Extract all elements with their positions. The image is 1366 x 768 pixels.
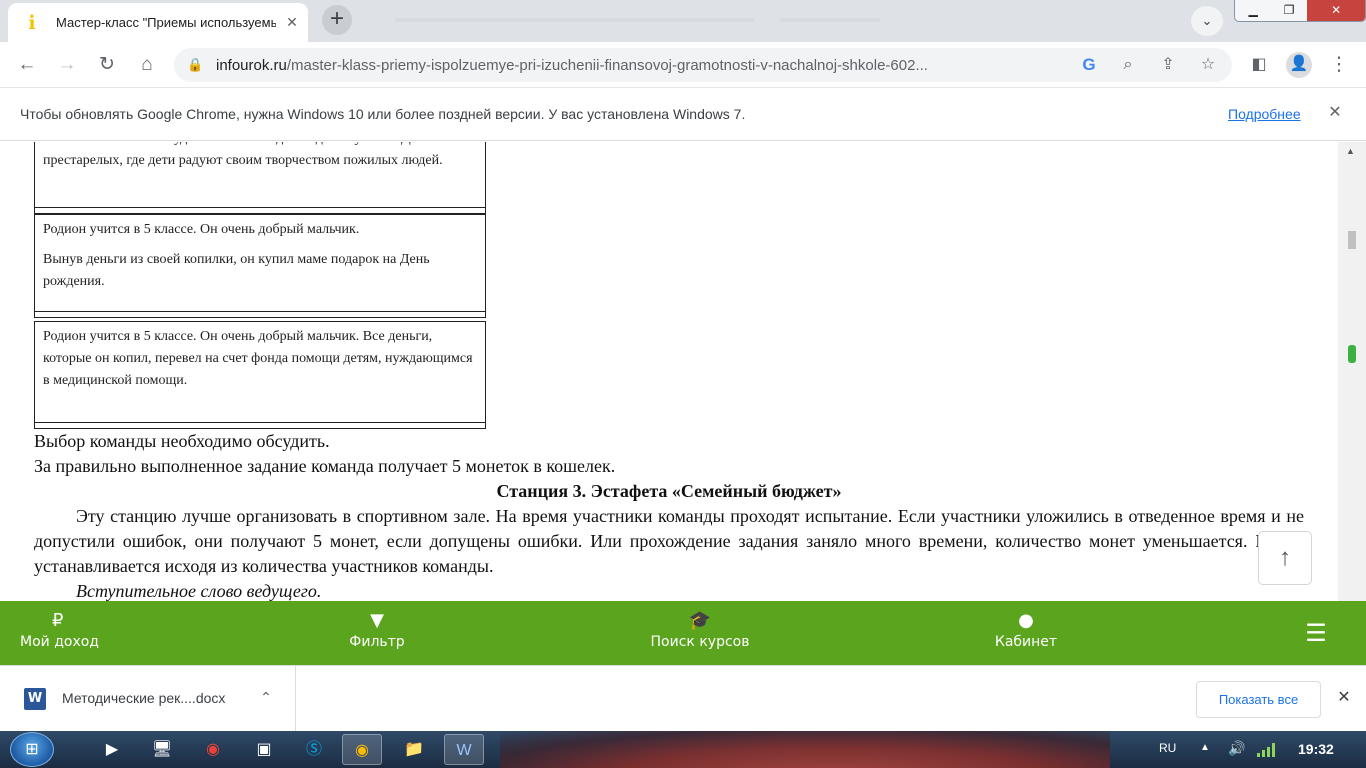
nav-label: Фильтр bbox=[349, 634, 405, 650]
host-intro-heading: Вступительное слово ведущего. bbox=[76, 581, 322, 601]
tab-close-icon[interactable]: ✕ bbox=[282, 12, 302, 32]
chevron-up-icon[interactable]: ⌃ bbox=[256, 687, 276, 707]
download-shelf-close-icon[interactable]: ✕ bbox=[1334, 688, 1354, 708]
network-signal-icon[interactable] bbox=[1257, 741, 1279, 757]
site-bottom-nav: ₽ Мой доход ▼ Фильтр 🎓 Поиск курсов ● Ка… bbox=[0, 601, 1366, 665]
language-indicator[interactable]: RU bbox=[1159, 741, 1176, 755]
infobar-learn-more-link[interactable]: Подробнее bbox=[1228, 106, 1301, 122]
google-translate-icon[interactable]: G bbox=[1078, 54, 1100, 76]
url-text[interactable]: infourok.ru/master-klass-priemy-ispolzue… bbox=[216, 57, 1056, 74]
address-bar[interactable]: 🔒 infourok.ru/master-klass-priemy-ispolz… bbox=[174, 48, 1232, 82]
update-infobar: Чтобы обновлять Google Chrome, нужна Win… bbox=[0, 89, 1366, 141]
new-tab-button[interactable]: + bbox=[322, 5, 352, 35]
show-all-downloads-button[interactable]: Показать все bbox=[1196, 681, 1321, 718]
user-icon: ● bbox=[1018, 610, 1034, 631]
url-host: infourok.ru bbox=[216, 57, 287, 74]
skype-icon[interactable]: Ⓢ bbox=[294, 734, 334, 765]
browser-toolbar: ← → ↻ ⌂ 🔒 infourok.ru/master-klass-priem… bbox=[0, 42, 1366, 88]
window-close-icon[interactable]: ✕ bbox=[1307, 0, 1365, 21]
zoom-icon[interactable]: ⌕ bbox=[1117, 54, 1139, 76]
word-taskbar-icon[interactable]: W bbox=[444, 734, 484, 765]
nav-cabinet[interactable]: ● Кабинет bbox=[993, 609, 1059, 657]
instruction-line: Выбор команды необходимо обсудить. bbox=[34, 431, 330, 451]
start-button[interactable]: ⊞ bbox=[10, 732, 54, 767]
share-icon[interactable]: ⇪ bbox=[1157, 54, 1179, 76]
scenario-card: Родион учится в 5 классе. Он очень добры… bbox=[34, 321, 486, 429]
nav-my-income[interactable]: ₽ Мой доход bbox=[20, 609, 99, 657]
page-scrollbar[interactable]: ▲ ▼ bbox=[1338, 142, 1366, 666]
url-path: /master-klass-priemy-ispolzuemye-pri-izu… bbox=[286, 57, 928, 74]
computer-icon[interactable]: 🖥 bbox=[142, 734, 182, 765]
infobar-message: Чтобы обновлять Google Chrome, нужна Win… bbox=[20, 106, 746, 122]
folder-icon[interactable]: 📁 bbox=[394, 734, 434, 765]
tab-search-chevron-icon[interactable]: ⌄ bbox=[1191, 6, 1223, 36]
taskbar-clock[interactable]: 19:32 bbox=[1298, 741, 1334, 757]
menu-dots-icon[interactable]: ⋮ bbox=[1327, 53, 1351, 77]
window-controls: ▁ ❐ ✕ bbox=[1234, 0, 1366, 22]
background-tab[interactable] bbox=[395, 13, 755, 27]
nav-course-search[interactable]: 🎓 Поиск курсов bbox=[650, 609, 750, 657]
arrow-up-icon: ↑ bbox=[1279, 544, 1291, 571]
card-divider bbox=[35, 422, 485, 428]
card-text: вместе с вокальной студией Алина каждый … bbox=[43, 142, 443, 168]
profile-avatar-icon[interactable]: 👤 bbox=[1286, 52, 1312, 78]
minimize-icon[interactable]: ▁ bbox=[1235, 0, 1271, 21]
lock-icon[interactable]: 🔒 bbox=[187, 57, 203, 73]
card-text: Родион учится в 5 классе. Он очень добры… bbox=[43, 329, 473, 388]
nav-label: Кабинет bbox=[994, 634, 1058, 650]
ruble-icon: ₽ bbox=[52, 610, 64, 631]
bookmark-star-icon[interactable]: ☆ bbox=[1197, 54, 1219, 76]
chrome-icon[interactable]: ◉ bbox=[193, 734, 233, 765]
windows-taskbar: ⊞ ▶ 🖥 ◉ ▣ Ⓢ ◉ 📁 W RU ▲ 🔊 19:32 bbox=[0, 731, 1366, 768]
back-arrow-icon[interactable]: ← bbox=[15, 53, 39, 77]
maximize-icon[interactable]: ❐ bbox=[1271, 0, 1307, 21]
instruction-line: За правильно выполненное задание команда… bbox=[34, 456, 616, 476]
reload-icon[interactable]: ↻ bbox=[95, 53, 119, 77]
monitor-icon[interactable]: ▣ bbox=[244, 734, 284, 765]
hamburger-icon[interactable]: ☰ bbox=[1303, 621, 1329, 645]
nav-filter[interactable]: ▼ Фильтр bbox=[345, 609, 409, 657]
browser-tab[interactable]: i Мастер-класс "Приемы используемые при … bbox=[8, 3, 308, 42]
scrollbar-thumb[interactable] bbox=[1348, 231, 1356, 249]
graduation-cap-icon: 🎓 bbox=[688, 610, 712, 631]
scenario-card: Родион учится в 5 классе. Он очень добры… bbox=[34, 214, 486, 318]
station-description: Эту станцию лучше организовать в спортив… bbox=[34, 506, 1304, 576]
word-document-icon: W bbox=[24, 688, 46, 710]
scroll-up-arrow-icon[interactable]: ▲ bbox=[1346, 146, 1355, 156]
background-tab[interactable] bbox=[780, 13, 880, 27]
desktop-wallpaper bbox=[500, 731, 1110, 768]
card-divider bbox=[35, 207, 485, 213]
nav-label: Поиск курсов bbox=[650, 634, 750, 650]
download-item[interactable]: W Методические рек....docx ⌃ bbox=[0, 666, 296, 731]
download-shelf: W Методические рек....docx ⌃ Показать вс… bbox=[0, 665, 1366, 731]
page-content: вместе с вокальной студией Алина каждый … bbox=[0, 142, 1338, 601]
nav-label: Мой доход bbox=[20, 634, 99, 650]
chrome-active-icon[interactable]: ◉ bbox=[342, 734, 382, 765]
home-icon[interactable]: ⌂ bbox=[135, 53, 159, 77]
card-text: Родион учится в 5 классе. Он очень добры… bbox=[43, 222, 360, 237]
tray-expand-icon[interactable]: ▲ bbox=[1200, 742, 1210, 753]
scrollbar-marker bbox=[1348, 345, 1356, 363]
volume-icon[interactable]: 🔊 bbox=[1228, 740, 1245, 757]
tab-title: Мастер-класс "Приемы используемые при из… bbox=[56, 15, 276, 30]
infourok-favicon-icon: i bbox=[28, 12, 36, 34]
forward-arrow-icon[interactable]: → bbox=[55, 53, 79, 77]
infobar-close-icon[interactable]: ✕ bbox=[1325, 103, 1345, 123]
download-filename: Методические рек....docx bbox=[62, 690, 226, 706]
scenario-card: вместе с вокальной студией Алина каждый … bbox=[34, 142, 486, 214]
media-player-icon[interactable]: ▶ bbox=[92, 734, 132, 765]
side-panel-icon[interactable]: ◧ bbox=[1247, 53, 1271, 77]
tab-strip: i Мастер-класс "Приемы используемые при … bbox=[0, 0, 1366, 42]
scroll-to-top-button[interactable]: ↑ bbox=[1258, 531, 1312, 585]
card-divider bbox=[35, 311, 485, 317]
filter-icon: ▼ bbox=[370, 610, 384, 631]
card-text: Вынув деньги из своей копилки, он купил … bbox=[43, 252, 430, 289]
station-heading: Станция 3. Эстафета «Семейный бюджет» bbox=[496, 481, 842, 501]
